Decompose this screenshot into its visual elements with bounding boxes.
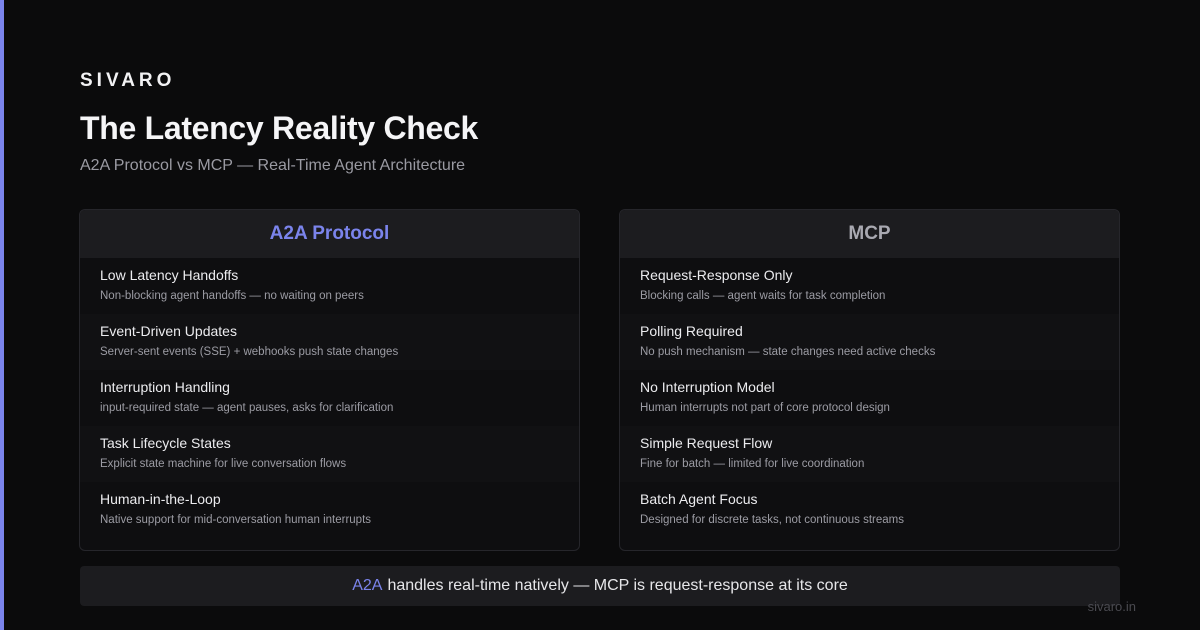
list-item-title: Request-Response Only — [640, 267, 793, 283]
list-item-title: Low Latency Handoffs — [100, 267, 239, 283]
list-item: Human-in-the-Loop Native support for mid… — [80, 482, 579, 538]
list-item-desc: input-required state — agent pauses, ask… — [100, 402, 394, 414]
list-item-desc: Server-sent events (SSE) + webhooks push… — [100, 346, 399, 358]
page-title: The Latency Reality Check — [80, 110, 478, 146]
list-item: Low Latency Handoffs Non-blocking agent … — [80, 258, 579, 314]
list-item: No Interruption Model Human interrupts n… — [620, 370, 1119, 426]
page-subtitle: A2A Protocol vs MCP — Real-Time Agent Ar… — [80, 157, 466, 174]
list-item-desc: Human interrupts not part of core protoc… — [640, 402, 890, 414]
list-item-title: Batch Agent Focus — [640, 491, 758, 507]
list-item-title: No Interruption Model — [640, 379, 775, 395]
list-item-desc: Fine for batch — limited for live coordi… — [640, 458, 865, 470]
list-item-desc: Explicit state machine for live conversa… — [100, 458, 347, 470]
brand-logo: SIVARO — [80, 70, 176, 91]
list-item: Interruption Handling input-required sta… — [80, 370, 579, 426]
list-item: Request-Response Only Blocking calls — a… — [620, 258, 1119, 314]
list-item: Batch Agent Focus Designed for discrete … — [620, 482, 1119, 538]
list-item: Polling Required No push mechanism — sta… — [620, 314, 1119, 370]
list-item-desc: Blocking calls — agent waits for task co… — [640, 290, 886, 302]
list-item: Event-Driven Updates Server-sent events … — [80, 314, 579, 370]
list-item-desc: Designed for discrete tasks, not continu… — [640, 514, 904, 526]
a2a-card: A2A Protocol Low Latency Handoffs Non-bl… — [79, 209, 580, 551]
summary-highlight: A2A — [352, 577, 383, 594]
mcp-card-heading: MCP — [620, 210, 1119, 258]
site-url: sivaro.in — [1087, 599, 1136, 614]
list-item-title: Interruption Handling — [100, 379, 230, 395]
summary-banner: A2A handles real-time natively — MCP is … — [80, 566, 1120, 606]
list-item-title: Event-Driven Updates — [100, 323, 237, 339]
list-item-title: Task Lifecycle States — [100, 435, 231, 451]
list-item-title: Polling Required — [640, 323, 743, 339]
mcp-card: MCP Request-Response Only Blocking calls… — [619, 209, 1120, 551]
a2a-card-heading: A2A Protocol — [80, 210, 579, 258]
accent-bar — [0, 0, 4, 630]
list-item: Task Lifecycle States Explicit state mac… — [80, 426, 579, 482]
summary-text: handles real-time natively — MCP is requ… — [387, 577, 848, 594]
list-item: Simple Request Flow Fine for batch — lim… — [620, 426, 1119, 482]
list-item-desc: Non-blocking agent handoffs — no waiting… — [100, 290, 364, 302]
list-item-title: Human-in-the-Loop — [100, 491, 221, 507]
list-item-desc: No push mechanism — state changes need a… — [640, 346, 936, 358]
list-item-title: Simple Request Flow — [640, 435, 773, 451]
list-item-desc: Native support for mid-conversation huma… — [100, 514, 372, 526]
